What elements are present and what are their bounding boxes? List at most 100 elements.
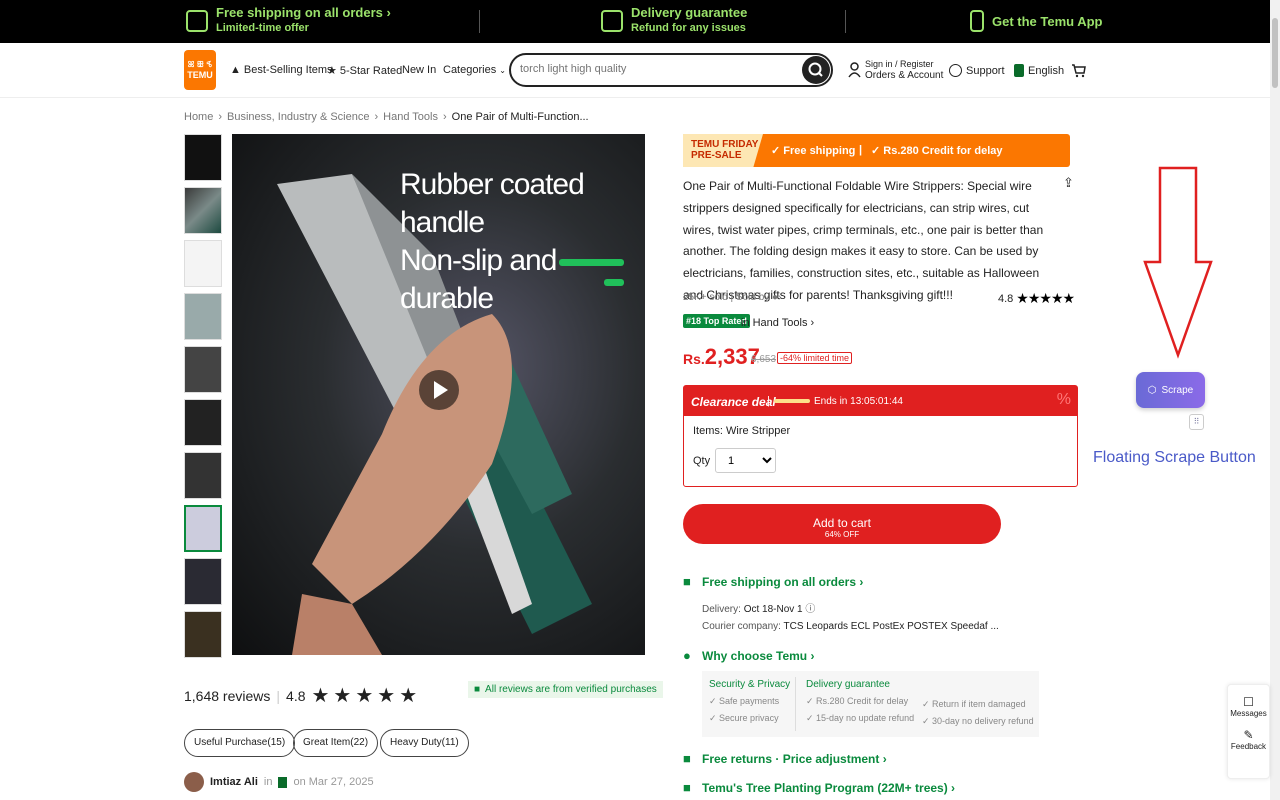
breadcrumb-category[interactable]: Business, Industry & Science	[227, 111, 369, 123]
cube-icon: ⬡	[1147, 384, 1157, 396]
friday-presale-tag: TEMU FRIDAY PRE-SALE	[683, 134, 763, 167]
support-link[interactable]: Support	[949, 64, 1005, 77]
secure-privacy: ✓ Secure privacy	[709, 713, 779, 723]
get-app-link[interactable]: Get the Temu App	[970, 10, 1103, 32]
review-date: on Mar 27, 2025	[293, 776, 374, 788]
product-title: One Pair of Multi-Functional Foldable Wi…	[683, 179, 1044, 302]
thumbnail[interactable]	[184, 293, 222, 340]
scrape-label: Scrape	[1161, 384, 1194, 396]
return-damaged: ✓ Return if item damaged	[922, 699, 1026, 709]
thumbnail[interactable]	[184, 399, 222, 446]
breadcrumb-home[interactable]: Home	[184, 111, 213, 123]
sign-in-label: Sign in / Register	[865, 59, 934, 69]
deal-countdown: Ends in 13:05:01:44	[814, 396, 903, 407]
thumbnail[interactable]	[184, 611, 222, 658]
page-scrollbar[interactable]	[1270, 0, 1280, 800]
floating-scrape-button[interactable]: ⬡ Scrape	[1136, 372, 1205, 408]
thumbs-up-icon: ▲	[230, 64, 241, 76]
reviews-stars: ★★★★★	[311, 685, 422, 707]
nav-label: Best-Selling Items	[243, 64, 333, 76]
product-rating[interactable]: 4.8 ★★★★★	[998, 290, 1075, 307]
feedback-label[interactable]: Feedback	[1228, 742, 1269, 751]
thumbnail[interactable]	[184, 187, 222, 234]
search-input[interactable]	[520, 63, 790, 75]
nav-best-selling[interactable]: ▲ Best-Selling Items	[230, 64, 333, 76]
top-rated-category[interactable]: in Hand Tools ›	[741, 317, 814, 329]
messages-label[interactable]: Messages	[1228, 709, 1269, 718]
clearance-deal-box: Clearance deal | Ends in 13:05:01:44 % I…	[683, 385, 1078, 487]
message-icon[interactable]: ☐	[1228, 695, 1269, 709]
return-icon: ■	[683, 751, 691, 766]
breadcrumb-current: One Pair of Multi-Function...	[451, 111, 589, 123]
thumbnail-selected[interactable]	[184, 505, 222, 552]
play-video-button[interactable]	[419, 370, 459, 410]
reviewer-in: in	[263, 776, 273, 788]
breadcrumb-subcategory[interactable]: Hand Tools	[383, 111, 438, 123]
guarantee-col-2: ✓ Return if item damaged ✓ 30-day no del…	[922, 699, 1034, 733]
no-update-refund: ✓ 15-day no update refund	[806, 713, 915, 723]
promo-banner: TEMU FRIDAY PRE-SALE ✓ Free shipping | ✓…	[683, 134, 1070, 167]
drag-handle[interactable]: ⠿	[1189, 414, 1204, 430]
nav-label: 5-Star Rated	[339, 64, 403, 77]
thumbnail[interactable]	[184, 240, 222, 287]
qty-select[interactable]: 1	[715, 448, 776, 473]
free-shipping-banner[interactable]: Free shipping on all orders › Limited-ti…	[186, 5, 391, 36]
product-main-image[interactable]: Rubber coated handle Non-slip and durabl…	[232, 134, 645, 655]
tree-icon: ■	[683, 780, 691, 795]
share-icon[interactable]: ⇪	[1063, 175, 1074, 191]
reviewer-name[interactable]: Imtiaz Ali	[210, 776, 258, 788]
temu-logo[interactable]: ꕤ ꕥ ꕦ TEMU	[184, 50, 216, 90]
thumbnail[interactable]	[184, 346, 222, 393]
star-badge-icon: ★	[327, 65, 337, 77]
nav-new-in[interactable]: New In	[402, 64, 436, 76]
search-button[interactable]	[802, 56, 830, 84]
image-text-line-2: Non-slip and durable	[400, 244, 557, 315]
free-shipping-link[interactable]: Free shipping on all orders ›	[702, 575, 863, 589]
no-delivery-refund: ✓ 30-day no delivery refund	[922, 716, 1034, 726]
review-tag-heavy[interactable]: Heavy Duty(11)	[380, 729, 469, 757]
language-selector[interactable]: English	[1014, 64, 1064, 77]
free-returns-link[interactable]: Free returns · Price adjustment ›	[702, 752, 887, 766]
delivery-info: Delivery: Oct 18-Nov 1 ⓘ	[702, 604, 816, 615]
annotation-label: Floating Scrape Button	[1093, 449, 1256, 466]
original-price: 6,653	[751, 354, 777, 365]
security-heading: Security & Privacy	[709, 679, 791, 690]
add-to-cart-button[interactable]: Add to cart 64% OFF	[683, 504, 1001, 544]
banner-credit: ✓ Rs.280 Credit for delay	[871, 145, 1003, 157]
search-bar[interactable]	[509, 53, 833, 87]
thumbnail[interactable]	[184, 134, 222, 181]
feedback-icon[interactable]: ✎	[1228, 728, 1269, 742]
delivery-guarantee-banner[interactable]: Delivery guarantee Refund for any issues	[601, 5, 747, 36]
thumbnail[interactable]	[184, 452, 222, 499]
account-menu[interactable]: Sign in / Register Orders & Account	[848, 58, 943, 82]
nav-categories[interactable]: Categories ⌄	[443, 64, 506, 76]
review-tag-useful[interactable]: Useful Purchase(15)	[184, 729, 296, 757]
nav-label: New In	[402, 64, 437, 76]
guarantee-heading: Delivery guarantee	[806, 679, 890, 690]
phone-icon	[970, 10, 984, 32]
image-text-line-1: Rubber coated handle	[400, 168, 585, 239]
avatar[interactable]	[184, 772, 204, 792]
top-rated-badge[interactable]: #18 Top Rated	[683, 314, 750, 328]
orders-label: Orders & Account	[865, 70, 944, 81]
delivery-subtitle: Refund for any issues	[631, 22, 746, 34]
qty-label: Qty	[693, 455, 711, 467]
divider	[845, 10, 846, 33]
why-choose-link[interactable]: Why choose Temu ›	[702, 649, 814, 663]
reviews-count[interactable]: 1,648 reviews	[184, 688, 270, 704]
nav-five-star[interactable]: ★ 5-Star Rated	[327, 64, 403, 78]
guarantee-col: Delivery guarantee ✓ Rs.280 Credit for d…	[806, 679, 914, 730]
review-tag-great[interactable]: Great Item(22)	[293, 729, 379, 757]
divider	[479, 10, 480, 33]
thumbnail[interactable]	[184, 558, 222, 605]
cart-button[interactable]	[1071, 63, 1086, 78]
seller-avatar[interactable]: ●›	[772, 292, 781, 303]
scrollbar-thumb[interactable]	[1272, 18, 1278, 88]
add-to-cart-label: Add to cart	[812, 515, 872, 530]
info-icon[interactable]: ⓘ	[805, 604, 815, 615]
reviewer-row: Imtiaz Ali in on Mar 27, 2025	[184, 772, 374, 792]
delivery-title: Delivery guarantee	[631, 5, 748, 20]
promo-topbar: Free shipping on all orders › Limited-ti…	[0, 0, 1270, 43]
logo-glyphs: ꕤ ꕥ ꕦ	[187, 60, 213, 69]
tree-planting-link[interactable]: Temu's Tree Planting Program (22M+ trees…	[702, 781, 955, 795]
